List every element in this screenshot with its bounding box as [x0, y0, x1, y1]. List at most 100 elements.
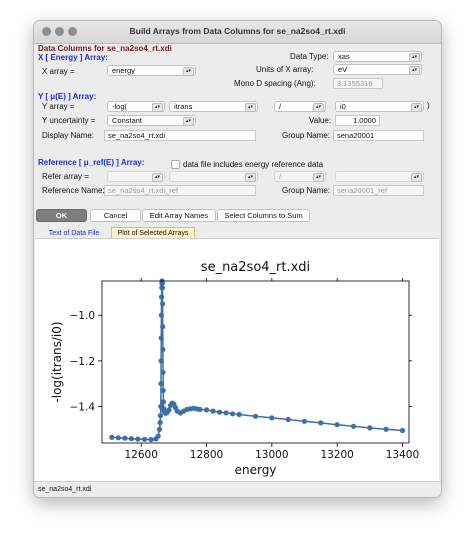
data-point	[399, 427, 406, 434]
y-col1-select[interactable]: itrans ▴▾	[169, 101, 258, 112]
y-op2-value: /	[279, 102, 282, 111]
data-point	[383, 426, 389, 432]
data-point	[160, 301, 166, 307]
data-point	[350, 423, 357, 429]
ref-op2-select[interactable]: / ▴▾	[274, 171, 326, 182]
reference-name-field[interactable]: se_na2so4_rt.xdi_ref	[104, 185, 256, 196]
mono-spacing-label: Mono D spacing (Ang):	[234, 79, 316, 88]
ok-button[interactable]: OK	[36, 209, 87, 222]
xas-plot[interactable]: 12600 12800 13000 13200 13400 −1.0 −1.2 −1.4 se_…	[35, 239, 439, 482]
y-col2-value: i0	[340, 102, 346, 111]
data-point	[122, 435, 128, 441]
data-point	[197, 406, 203, 413]
data-point	[128, 436, 134, 442]
reference-group-label: Group Name:	[282, 186, 331, 195]
display-name-field[interactable]: se_na2so4_rt.xdi	[104, 130, 256, 141]
ref-op2-value: /	[279, 172, 282, 181]
data-point	[160, 399, 166, 405]
data-point	[301, 418, 308, 424]
data-point	[166, 407, 172, 413]
chevron-updown-icon: ▴▾	[245, 173, 256, 182]
select-columns-button[interactable]: Select Columns to Sum	[217, 209, 310, 222]
chevron-updown-icon: ▴▾	[409, 53, 420, 62]
x-tick-label: 13200	[320, 449, 353, 461]
y-op1-value: -log(	[112, 102, 128, 111]
x-tick-label: 13400	[386, 449, 419, 461]
y-tick-label: −1.0	[70, 310, 96, 322]
group-name-label: Group Name:	[282, 131, 331, 140]
edit-array-names-button[interactable]: Edit Array Names	[142, 209, 216, 222]
value-field[interactable]: 1.0000	[335, 115, 380, 126]
refer-array-label: Refer array =	[42, 172, 89, 181]
y-op1-select[interactable]: -log( ▴▾	[107, 101, 165, 112]
mono-spacing-field[interactable]: 3.1355316	[333, 78, 383, 89]
y-uncertainty-value: Constant	[112, 116, 143, 125]
y-col2-select[interactable]: i0 ▴▾	[335, 101, 424, 112]
data-point	[135, 436, 141, 442]
chevron-updown-icon: ▴▾	[313, 103, 324, 112]
units-select[interactable]: eV ▴▾	[333, 64, 422, 75]
data-point	[158, 312, 164, 318]
x-tick-label: 12600	[124, 449, 157, 461]
chevron-updown-icon: ▴▾	[152, 103, 163, 112]
y-axis-label: -log(itrans/i0)	[50, 321, 64, 402]
value-label: Value:	[309, 116, 332, 125]
x-tick-label: 13000	[255, 449, 288, 461]
group-name-field[interactable]: sena20001	[333, 130, 424, 141]
data-point	[230, 411, 236, 417]
reference-group-field[interactable]: sena20001_ref	[333, 185, 424, 196]
data-point	[160, 369, 166, 375]
data-columns-heading: Data Columns for se_na2so4_rt.xdi	[38, 44, 172, 53]
data-point	[203, 407, 210, 413]
data-point	[367, 425, 373, 431]
data-point	[109, 434, 115, 440]
data-point	[157, 419, 163, 426]
y-op2-select[interactable]: / ▴▾	[274, 101, 326, 112]
y-array-label: Y array =	[42, 102, 75, 111]
y-uncertainty-select[interactable]: Constant ▴▾	[107, 115, 196, 126]
x-array-select[interactable]: energy ▴▾	[107, 65, 196, 76]
reference-checkbox[interactable]	[171, 160, 180, 169]
x-tick-label: 12800	[190, 449, 223, 461]
data-point	[159, 285, 165, 291]
data-point	[217, 409, 223, 415]
ref-op1-select[interactable]: ▴▾	[107, 171, 165, 182]
tab-plot-of-selected-arrays[interactable]: Plot of Selected Arrays	[111, 227, 195, 238]
chevron-updown-icon: ▴▾	[411, 103, 422, 112]
y-col1-value: itrans	[174, 102, 193, 111]
chevron-updown-icon: ▴▾	[245, 103, 256, 112]
y-array-section-label: Y [ μ(E) ] Array:	[38, 92, 97, 101]
data-point	[157, 413, 164, 419]
data-type-select[interactable]: xas ▴▾	[333, 51, 422, 62]
chevron-updown-icon: ▴▾	[411, 173, 422, 182]
units-label: Units of X array:	[256, 65, 314, 74]
plot-panel: 12600 12800 13000 13200 13400 −1.0 −1.2 −1.4 se_…	[35, 238, 439, 482]
reference-section-label: Reference [ μ_ref(E) ] Array:	[38, 158, 145, 167]
reference-name-label: Reference Name:	[42, 186, 105, 195]
data-point	[285, 416, 291, 423]
chevron-updown-icon: ▴▾	[183, 67, 194, 76]
display-name-label: Display Name:	[42, 131, 95, 140]
data-point	[269, 415, 275, 421]
cancel-button[interactable]: Cancel	[90, 209, 141, 222]
data-point	[159, 280, 165, 286]
data-point	[156, 426, 163, 432]
data-point	[160, 324, 166, 330]
chevron-updown-icon: ▴▾	[183, 117, 194, 126]
reference-checkbox-label: data file includes energy reference data	[183, 160, 324, 169]
chevron-updown-icon: ▴▾	[152, 173, 163, 182]
build-arrays-window: Build Arrays from Data Columns for se_na…	[33, 20, 442, 498]
ref-col1-select[interactable]: ▴▾	[169, 171, 258, 182]
data-point	[334, 422, 340, 428]
status-bar: se_na2so4_rt.xdi	[34, 481, 441, 497]
units-value: eV	[338, 65, 348, 74]
y-tick-label: −1.4	[70, 401, 96, 413]
chevron-updown-icon: ▴▾	[409, 66, 420, 75]
x-array-label: X array =	[42, 67, 75, 76]
data-point	[236, 411, 242, 418]
ref-col2-select[interactable]: ▴▾	[335, 171, 424, 182]
data-point	[148, 437, 154, 443]
data-point	[318, 420, 324, 426]
data-type-value: xas	[338, 52, 350, 61]
data-point	[210, 408, 216, 414]
